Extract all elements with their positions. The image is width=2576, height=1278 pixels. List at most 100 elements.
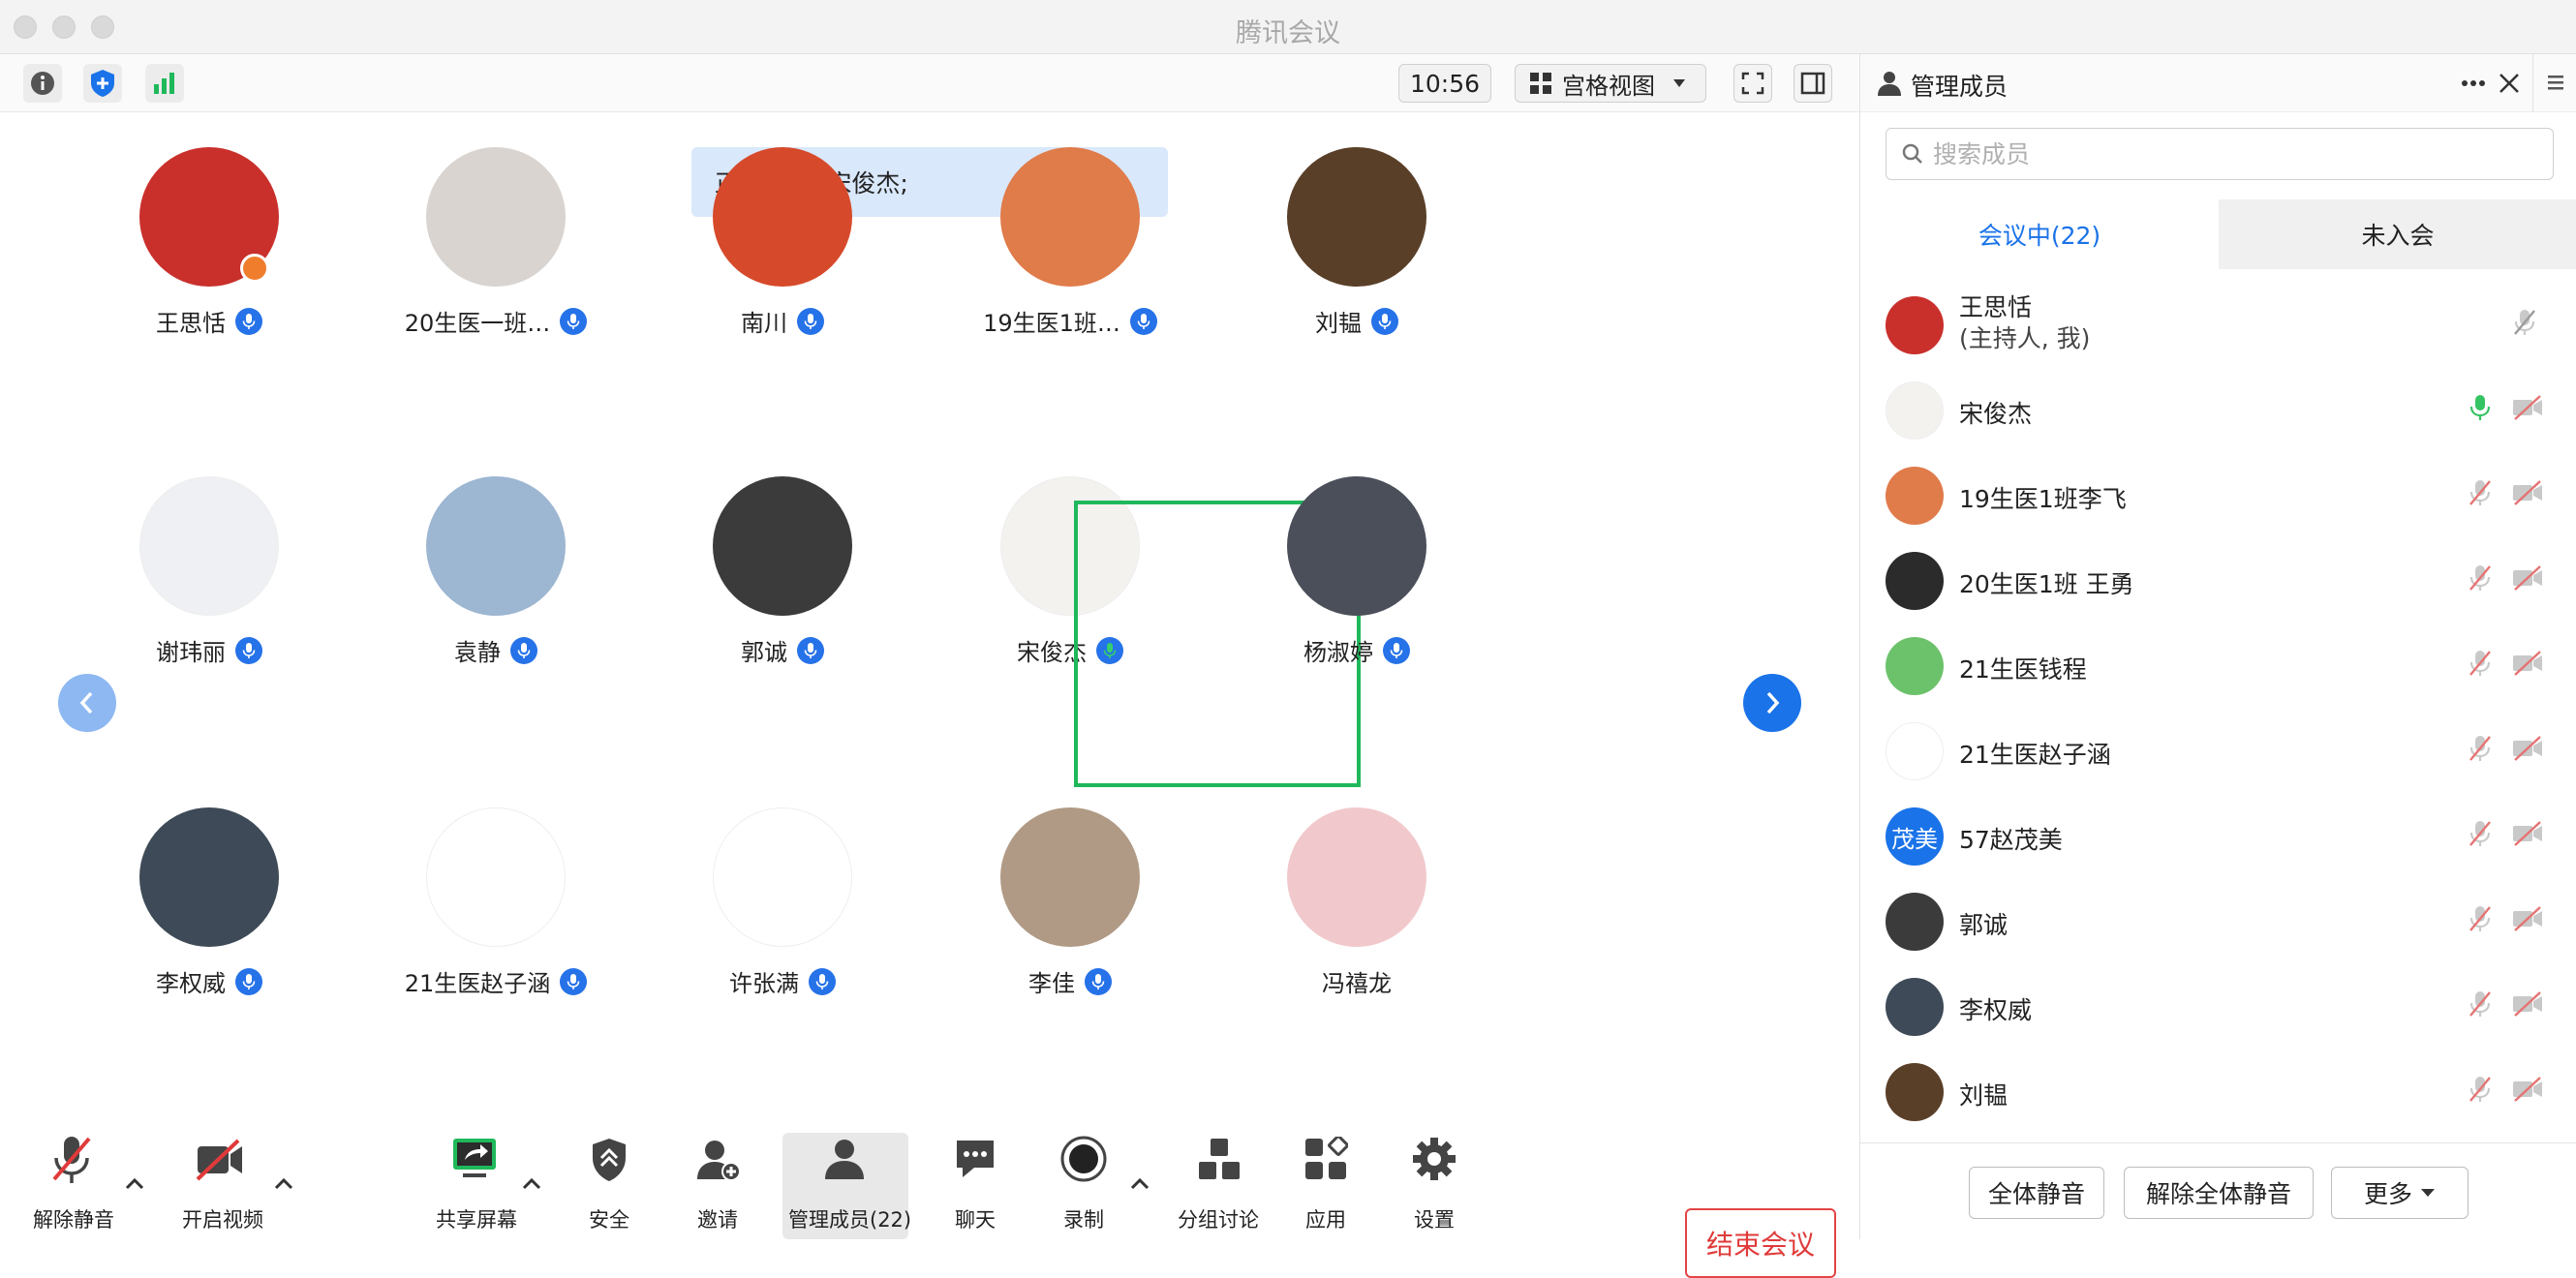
participant-tile[interactable]: 袁静 <box>353 476 639 763</box>
meeting-toolbar: 解除静音 开启视频 共享屏幕 安全 邀请 管理成员(22) 聊天 录制 分组讨论… <box>0 1133 1859 1278</box>
breakout-rooms-button[interactable]: 分组讨论 <box>1172 1133 1269 1239</box>
menu-icon[interactable] <box>2546 74 2565 91</box>
grid-view-icon <box>1530 73 1551 94</box>
avatar <box>713 476 852 616</box>
mic-muted-icon[interactable] <box>2467 734 2494 767</box>
participant-name: 谢玮丽 <box>156 639 226 666</box>
participant-tile[interactable]: 刘韫 <box>1213 147 1500 434</box>
members-icon <box>825 1140 864 1179</box>
participant-name: 李佳 <box>1028 970 1075 997</box>
member-avatar <box>1886 381 1944 440</box>
participant-tile[interactable]: 王思恬 <box>66 147 353 434</box>
member-row[interactable]: 郭诚 <box>1860 879 2576 964</box>
participant-tile[interactable]: 李权威 <box>66 807 353 1094</box>
toggle-sidebar-icon[interactable] <box>1794 64 1832 103</box>
avatar <box>1287 476 1426 616</box>
participant-tile[interactable]: 杨淑婷 <box>1213 476 1500 763</box>
mic-muted-icon[interactable] <box>2467 819 2494 852</box>
next-page-button[interactable] <box>1743 674 1801 732</box>
start-video-button[interactable]: 开启视频 <box>172 1133 269 1239</box>
record-options-caret-icon[interactable] <box>1127 1172 1152 1197</box>
participant-tile[interactable]: 南川 <box>639 147 926 434</box>
camera-off-icon[interactable] <box>2511 565 2544 594</box>
close-icon[interactable] <box>2498 72 2521 95</box>
camera-off-icon[interactable] <box>2511 906 2544 935</box>
signal-strength-icon[interactable] <box>145 64 184 103</box>
member-name: 李权威 <box>1959 996 2033 1024</box>
mic-muted-icon[interactable] <box>2467 478 2494 511</box>
participant-tile[interactable]: 20生医一班… <box>353 147 639 434</box>
meeting-area: 10:56 宫格视图 正在讲话: 宋俊杰; 王思恬20生医一班…南川19生医1班… <box>0 54 1859 1278</box>
end-meeting-button[interactable]: 结束会议 <box>1685 1208 1836 1278</box>
member-search-input[interactable] <box>1933 139 2514 168</box>
member-row[interactable]: 19生医1班李飞 <box>1860 453 2576 538</box>
member-row[interactable]: 21生医赵子涵 <box>1860 709 2576 794</box>
info-icon[interactable] <box>23 64 62 103</box>
chat-button[interactable]: 聊天 <box>941 1133 1009 1239</box>
view-mode-dropdown[interactable]: 宫格视图 <box>1515 64 1706 103</box>
invite-button[interactable]: 邀请 <box>684 1133 751 1239</box>
tab-not-joined[interactable]: 未入会 <box>2219 199 2576 269</box>
member-row[interactable]: 李权威 <box>1860 964 2576 1050</box>
fullscreen-icon[interactable] <box>1733 64 1772 103</box>
video-options-caret-icon[interactable] <box>271 1172 296 1197</box>
manage-members-button[interactable]: 管理成员(22) <box>782 1133 911 1239</box>
member-row[interactable]: 宋俊杰 <box>1860 368 2576 453</box>
camera-off-icon[interactable] <box>2511 651 2544 680</box>
camera-off-icon[interactable] <box>2511 821 2544 850</box>
audio-options-caret-icon[interactable] <box>122 1172 147 1197</box>
member-row[interactable]: 王思恬 (主持人, 我) <box>1860 283 2576 368</box>
apps-button[interactable]: 应用 <box>1292 1133 1360 1239</box>
camera-off-icon[interactable] <box>2511 480 2544 509</box>
member-row[interactable]: 20生医1班 王勇 <box>1860 538 2576 624</box>
member-name: 21生医钱程 <box>1959 655 2087 684</box>
unmute-button[interactable]: 解除静音 <box>23 1133 120 1239</box>
mic-icon <box>510 636 537 664</box>
avatar <box>426 476 566 616</box>
dropdown-caret-icon <box>2421 1189 2435 1197</box>
mic-muted-icon[interactable] <box>2467 1075 2494 1108</box>
participant-tile[interactable]: 21生医赵子涵 <box>353 807 639 1094</box>
participant-name: 袁静 <box>454 639 501 666</box>
member-search-box[interactable] <box>1886 128 2554 180</box>
title-bar: 腾讯会议 <box>0 0 2576 54</box>
member-row[interactable]: 茂美 57赵茂美 <box>1860 794 2576 879</box>
more-button[interactable]: 更多 <box>2331 1167 2469 1219</box>
mic-muted-icon[interactable] <box>2467 649 2494 682</box>
mic-active-icon[interactable] <box>2467 393 2494 426</box>
member-avatar <box>1886 978 1944 1036</box>
participant-name-row: 谢玮丽 <box>66 633 353 667</box>
member-name: 宋俊杰 <box>1959 400 2033 428</box>
mic-muted-icon[interactable] <box>2511 308 2538 341</box>
more-options-icon[interactable] <box>2461 79 2486 87</box>
mute-all-button[interactable]: 全体静音 <box>1969 1167 2104 1219</box>
camera-off-icon[interactable] <box>2511 991 2544 1020</box>
participant-tile[interactable]: 19生医1班… <box>927 147 1213 434</box>
participant-tile[interactable]: 许张满 <box>639 807 926 1094</box>
member-avatar <box>1886 722 1944 780</box>
security-button[interactable]: 安全 <box>575 1133 643 1239</box>
share-screen-label: 共享屏幕 <box>436 1208 517 1232</box>
participant-tile[interactable]: 冯禧龙 <box>1213 807 1500 1094</box>
member-row[interactable]: 刘韫 <box>1860 1050 2576 1135</box>
camera-off-icon[interactable] <box>2511 395 2544 424</box>
mic-muted-icon[interactable] <box>2467 563 2494 596</box>
share-options-caret-icon[interactable] <box>519 1172 544 1197</box>
camera-off-icon[interactable] <box>2511 736 2544 765</box>
share-screen-button[interactable]: 共享屏幕 <box>426 1133 523 1239</box>
participant-name: 19生医1班… <box>983 310 1120 337</box>
camera-off-icon[interactable] <box>2511 1077 2544 1106</box>
participant-tile[interactable]: 李佳 <box>927 807 1213 1094</box>
breakout-rooms-label: 分组讨论 <box>1178 1208 1259 1232</box>
mic-muted-icon[interactable] <box>2467 904 2494 937</box>
unmute-all-button[interactable]: 解除全体静音 <box>2124 1167 2314 1219</box>
member-row[interactable]: 21生医钱程 <box>1860 624 2576 709</box>
mic-muted-icon[interactable] <box>2467 989 2494 1022</box>
record-button[interactable]: 录制 <box>1050 1133 1118 1239</box>
shield-icon[interactable] <box>83 64 122 103</box>
settings-button[interactable]: 设置 <box>1400 1133 1468 1239</box>
prev-page-button[interactable] <box>58 674 116 732</box>
tab-in-meeting[interactable]: 会议中(22) <box>1860 199 2219 269</box>
participant-tile[interactable]: 郭诚 <box>639 476 926 763</box>
invite-user-icon <box>697 1141 741 1181</box>
